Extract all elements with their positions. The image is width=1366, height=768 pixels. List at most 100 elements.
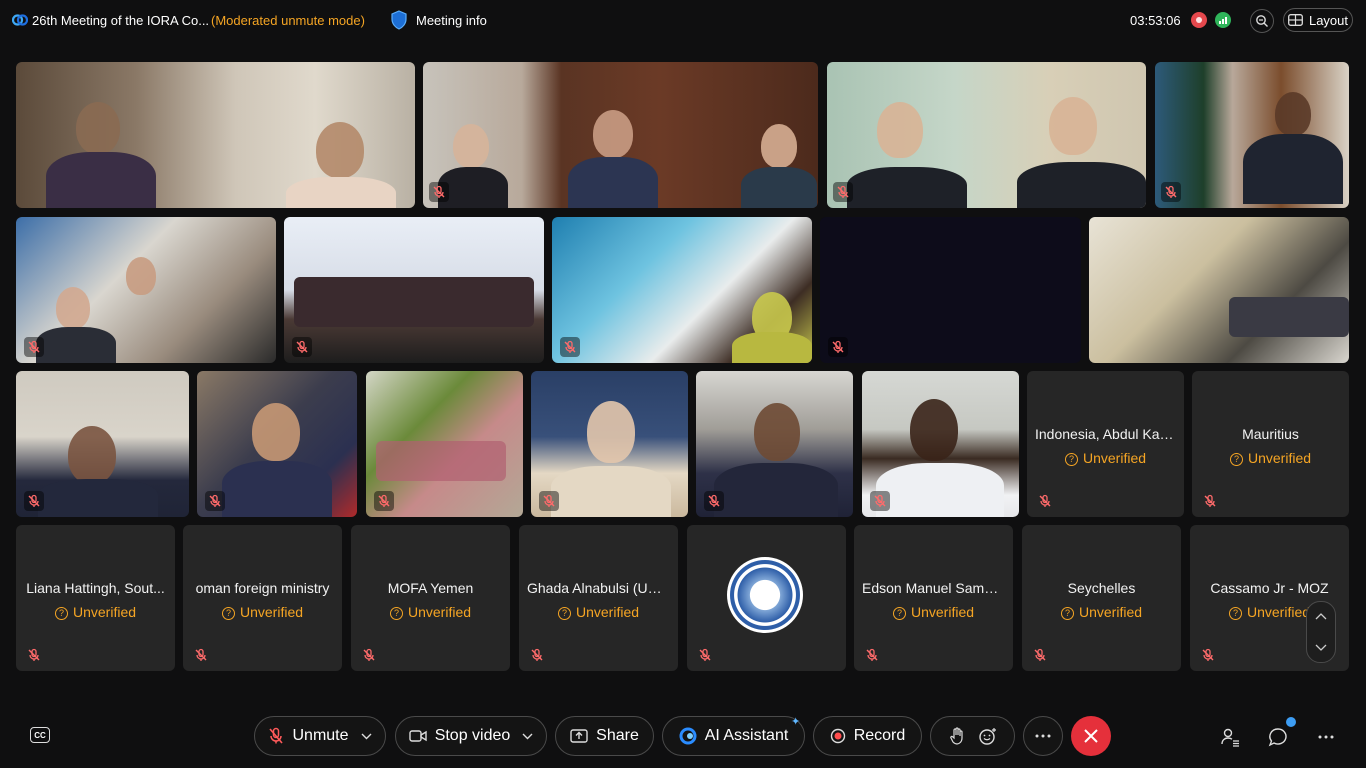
unverified-label: Unverified [72,604,137,620]
raise-hand-icon[interactable] [949,727,965,745]
muted-mic-icon [269,727,284,744]
participant-tile[interactable]: Indonesia, Abdul Kad... ? Unverified [1027,371,1184,517]
unmute-label: Unmute [292,727,349,744]
muted-mic-icon [191,645,211,665]
unverified-badge: ? Unverified [519,604,678,620]
video-tile-delegation-6[interactable] [284,217,544,363]
webex-logo-icon [12,14,28,26]
muted-mic-icon [24,337,44,357]
chat-bubble-icon [1268,728,1287,747]
video-tile-delegation-16[interactable] [862,371,1019,517]
video-tile-tanzania[interactable] [1155,62,1349,208]
video-tile-bangladesh[interactable] [552,217,812,363]
participant-tile-emblem[interactable] [687,525,846,671]
chevron-down-icon[interactable] [361,733,372,740]
reaction-emoji-icon[interactable] [978,727,997,745]
participants-icon [1221,728,1239,747]
muted-mic-icon [292,337,312,357]
meeting-info-label: Meeting info [416,12,487,28]
unverified-badge: ? Unverified [1022,604,1181,620]
participants-button[interactable] [1219,726,1241,748]
unverified-label: Unverified [1247,450,1312,466]
unverified-badge: ? Unverified [16,604,175,620]
video-tile-malaysia[interactable] [197,371,357,517]
unmute-button[interactable]: Unmute [254,716,386,756]
leave-meeting-button[interactable] [1071,716,1111,756]
question-icon: ? [1060,607,1074,620]
muted-mic-icon [429,182,449,202]
question-icon: ? [1064,453,1078,466]
participant-tile[interactable]: MOFA Yemen ? Unverified [351,525,510,671]
layout-grid-icon [1288,14,1303,26]
unverified-label: Unverified [1082,450,1147,466]
question-icon: ? [1228,607,1242,620]
ai-assistant-button[interactable]: AI Assistant [662,716,805,756]
question-icon: ? [221,607,235,620]
question-icon: ? [557,607,571,620]
meeting-title[interactable]: 26th Meeting of the IORA Co... [32,13,209,28]
video-camera-icon [408,730,427,742]
layout-label: Layout [1308,12,1349,28]
magnifier-icon [1256,15,1268,27]
muted-mic-icon [205,491,225,511]
participant-name: Cassamo Jr - MOZ [1210,580,1329,596]
unverified-label: Unverified [910,604,975,620]
participant-tile[interactable]: Mauritius ? Unverified [1192,371,1349,517]
video-tile-delegation-13[interactable] [366,371,523,517]
shield-icon [391,10,407,30]
participant-tile[interactable]: Ghada Alnabulsi (UAE) ? Unverified [519,525,678,671]
video-tile-dark[interactable] [820,217,1081,363]
participant-tile[interactable]: oman foreign ministry ? Unverified [183,525,342,671]
top-bar: 26th Meeting of the IORA Co... (Moderate… [0,0,1366,40]
video-tile-india[interactable] [16,62,415,208]
muted-mic-icon [695,645,715,665]
muted-mic-icon [870,491,890,511]
closed-captions-button[interactable]: CC [30,727,50,743]
question-icon: ? [1229,453,1243,466]
participant-tile[interactable]: Liana Hattingh, Sout... ? Unverified [16,525,175,671]
stop-video-button[interactable]: Stop video [395,716,547,756]
layout-button[interactable]: Layout [1283,8,1353,32]
muted-mic-icon [527,645,547,665]
video-tile-delegation-15[interactable] [696,371,853,517]
video-tile-delegation-11[interactable] [16,371,189,517]
muted-mic-icon [1030,645,1050,665]
participant-name: Seychelles [1067,580,1136,596]
muted-mic-icon [862,645,882,665]
question-icon: ? [54,607,68,620]
chevron-down-icon[interactable] [1315,644,1327,652]
chat-button[interactable] [1267,726,1289,748]
unverified-label: Unverified [575,604,640,620]
unverified-badge: ? Unverified [1027,450,1184,466]
chevron-down-icon[interactable] [522,733,533,740]
panel-more-button[interactable] [1315,726,1337,748]
chat-notification-dot [1286,717,1296,727]
video-tile-sri-lanka[interactable] [1089,217,1349,363]
participant-name: MOFA Yemen [387,580,474,596]
video-tile-delegation-5[interactable] [16,217,276,363]
recording-indicator-icon[interactable] [1191,12,1207,28]
network-health-icon[interactable] [1215,12,1231,28]
muted-mic-icon [359,645,379,665]
sparkle-icon: ✦ [791,716,801,728]
chevron-up-icon[interactable] [1315,612,1327,620]
record-button[interactable]: Record [813,716,922,756]
more-options-button[interactable] [1023,716,1063,756]
more-dots-icon [1318,735,1334,739]
muted-mic-icon [539,491,559,511]
unverified-badge: ? Unverified [351,604,510,620]
unmute-mode-label: (Moderated unmute mode) [211,13,365,28]
meeting-info-button[interactable]: Meeting info [390,9,487,31]
page-scroll-control[interactable] [1306,601,1336,663]
share-button[interactable]: Share [555,716,654,756]
muted-mic-icon [1200,491,1220,511]
muted-mic-icon [828,337,848,357]
video-tile-delegation-2[interactable] [423,62,818,208]
reactions-group [930,716,1015,756]
unverified-label: Unverified [1246,604,1311,620]
participant-tile[interactable]: Seychelles ? Unverified [1022,525,1181,671]
video-tile-delegation-14[interactable] [531,371,688,517]
video-tile-delegation-3[interactable] [827,62,1146,208]
zoom-button[interactable] [1250,9,1274,33]
participant-tile[interactable]: Edson Manuel Samso... ? Unverified [854,525,1013,671]
